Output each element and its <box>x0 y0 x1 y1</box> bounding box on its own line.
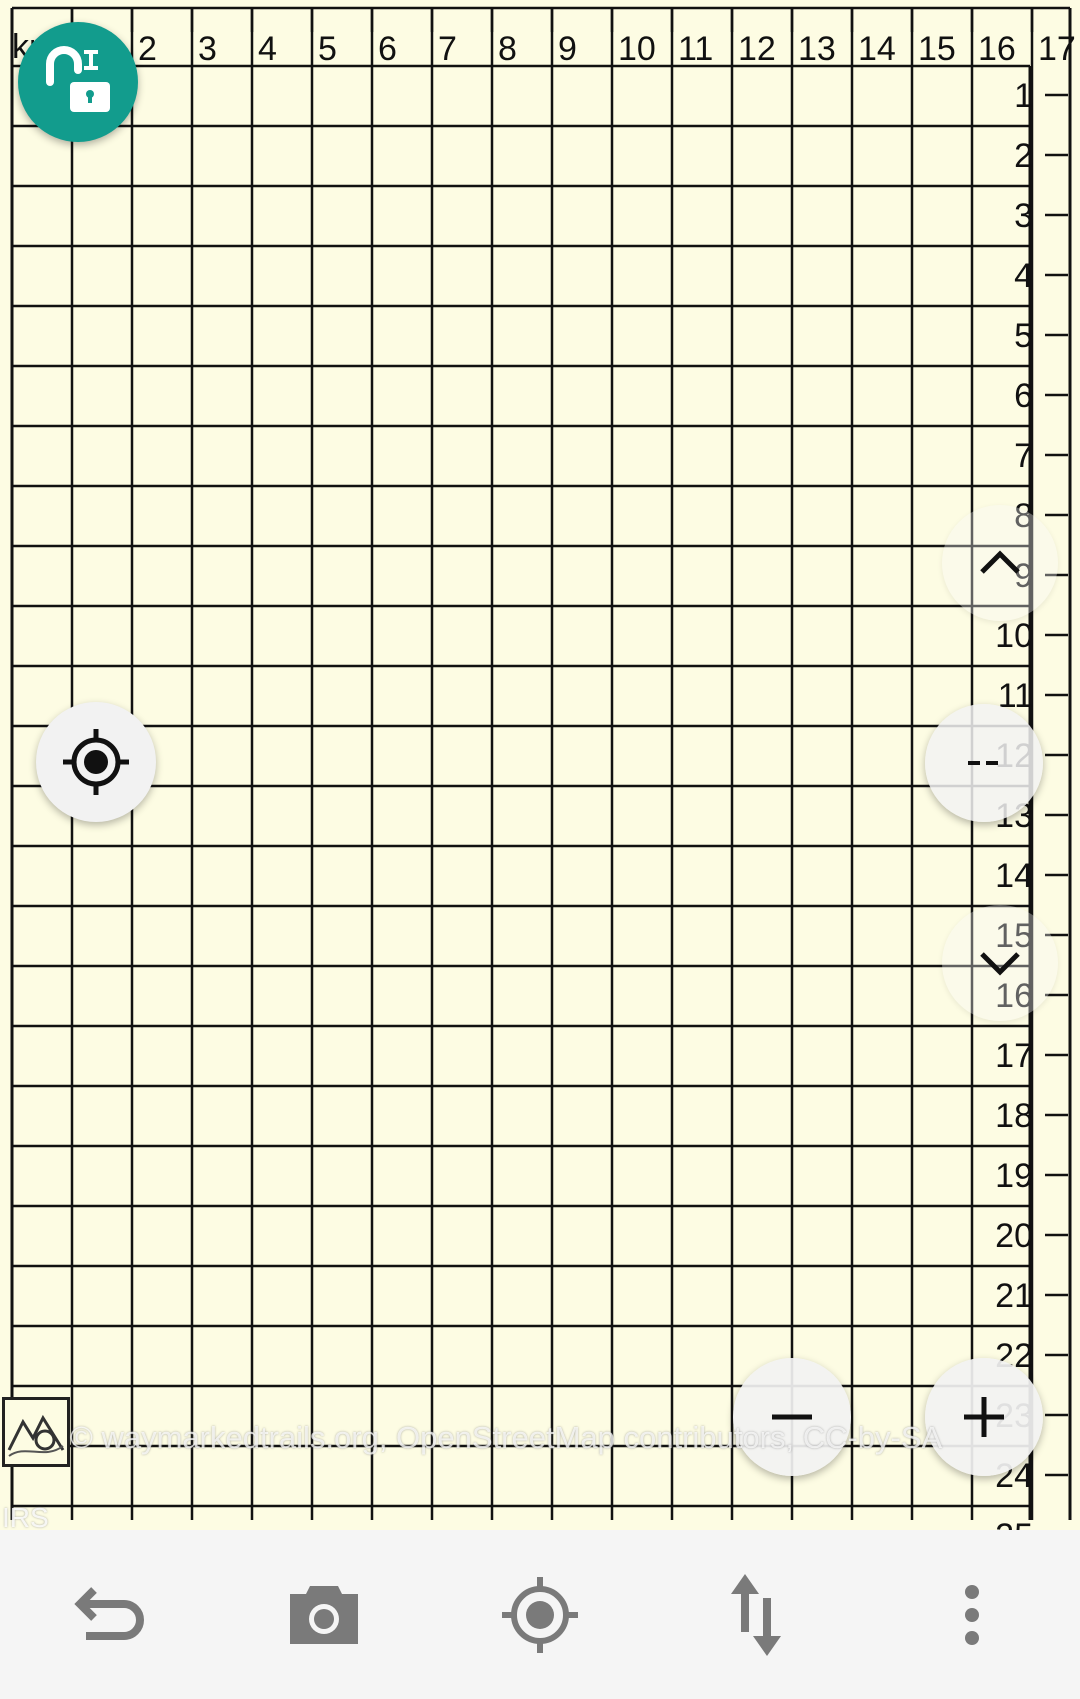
camera-button[interactable] <box>269 1560 379 1670</box>
ruler-top-label: 5 <box>318 30 337 68</box>
undo-icon <box>74 1586 144 1640</box>
ruler-right-label: 21 <box>995 1277 1033 1315</box>
my-location-button[interactable] <box>36 702 156 822</box>
ruler-top-label: 3 <box>198 30 217 68</box>
undo-button[interactable] <box>53 1560 163 1670</box>
tile-provider-label: IRS <box>2 1502 49 1530</box>
crosshair-icon <box>63 729 129 795</box>
ruler-right-label: 18 <box>995 1097 1033 1135</box>
locate-button[interactable] <box>485 1560 595 1670</box>
ruler-top-label: 12 <box>738 30 776 68</box>
ruler-right-label: 17 <box>995 1037 1033 1075</box>
ruler-right-label: 6 <box>1014 377 1033 415</box>
scroll-up-button[interactable] <box>942 505 1058 621</box>
mountain-map-icon <box>7 1414 65 1457</box>
gps-target-icon <box>502 1576 578 1653</box>
ruler-right-label: 7 <box>1014 437 1033 475</box>
ruler-top-label: 2 <box>138 30 157 68</box>
ruler-top-label: 9 <box>558 30 577 68</box>
ruler-top-label: 10 <box>618 30 656 68</box>
ruler-top-label: 8 <box>498 30 517 68</box>
ruler-top-label: 6 <box>378 30 397 68</box>
ruler-right-label: 10 <box>995 617 1033 655</box>
ruler-top-label: 4 <box>258 30 277 68</box>
grid-overlay <box>10 6 1072 1520</box>
ruler-top-label: 13 <box>798 30 836 68</box>
map-layer-thumbnail[interactable] <box>2 1397 70 1467</box>
ruler-right-label: 3 <box>1014 197 1033 235</box>
bottom-toolbar <box>0 1530 1080 1699</box>
plus-icon <box>964 1397 1004 1437</box>
dash-icon <box>968 761 998 765</box>
ruler-right-label: 14 <box>995 857 1033 895</box>
map-view[interactable]: 234567891011121314151617 123456789101112… <box>0 0 1080 1530</box>
chevron-up-icon <box>980 550 1020 574</box>
lock-toggle-button[interactable] <box>18 22 138 142</box>
more-vert-icon <box>965 1584 979 1645</box>
camera-icon <box>290 1585 358 1644</box>
ruler-top-label: 11 <box>678 30 714 68</box>
up-down-arrows-icon <box>731 1573 781 1656</box>
ruler-right-label: 5 <box>1014 317 1033 355</box>
chevron-down-icon <box>980 952 1020 976</box>
zoom-out-button[interactable] <box>733 1358 851 1476</box>
ruler-right-label: 1 <box>1014 77 1033 115</box>
ruler-top-label: 14 <box>858 30 896 68</box>
sort-button[interactable] <box>701 1560 811 1670</box>
map-attribution: © waymarkedtrails.org, OpenStreetMap con… <box>70 1420 943 1455</box>
ruler-top-label: 15 <box>918 30 956 68</box>
more-options-button[interactable] <box>917 1560 1027 1670</box>
ruler-top-label: 16 <box>978 30 1016 68</box>
ruler-top-label: 7 <box>438 30 457 68</box>
ruler-right-label: 19 <box>995 1157 1033 1195</box>
ruler-right-label: 4 <box>1014 257 1033 295</box>
ruler-right-label: 25 <box>953 1519 1033 1530</box>
center-dash-button[interactable] <box>925 704 1043 822</box>
ruler-right-label: 20 <box>995 1217 1033 1255</box>
lock-open-icon <box>46 46 110 112</box>
ruler-top-label: 17 <box>1038 30 1076 68</box>
ruler-right-label: 2 <box>1014 137 1033 175</box>
zoom-in-button[interactable] <box>925 1358 1043 1476</box>
scroll-down-button[interactable] <box>942 905 1058 1021</box>
